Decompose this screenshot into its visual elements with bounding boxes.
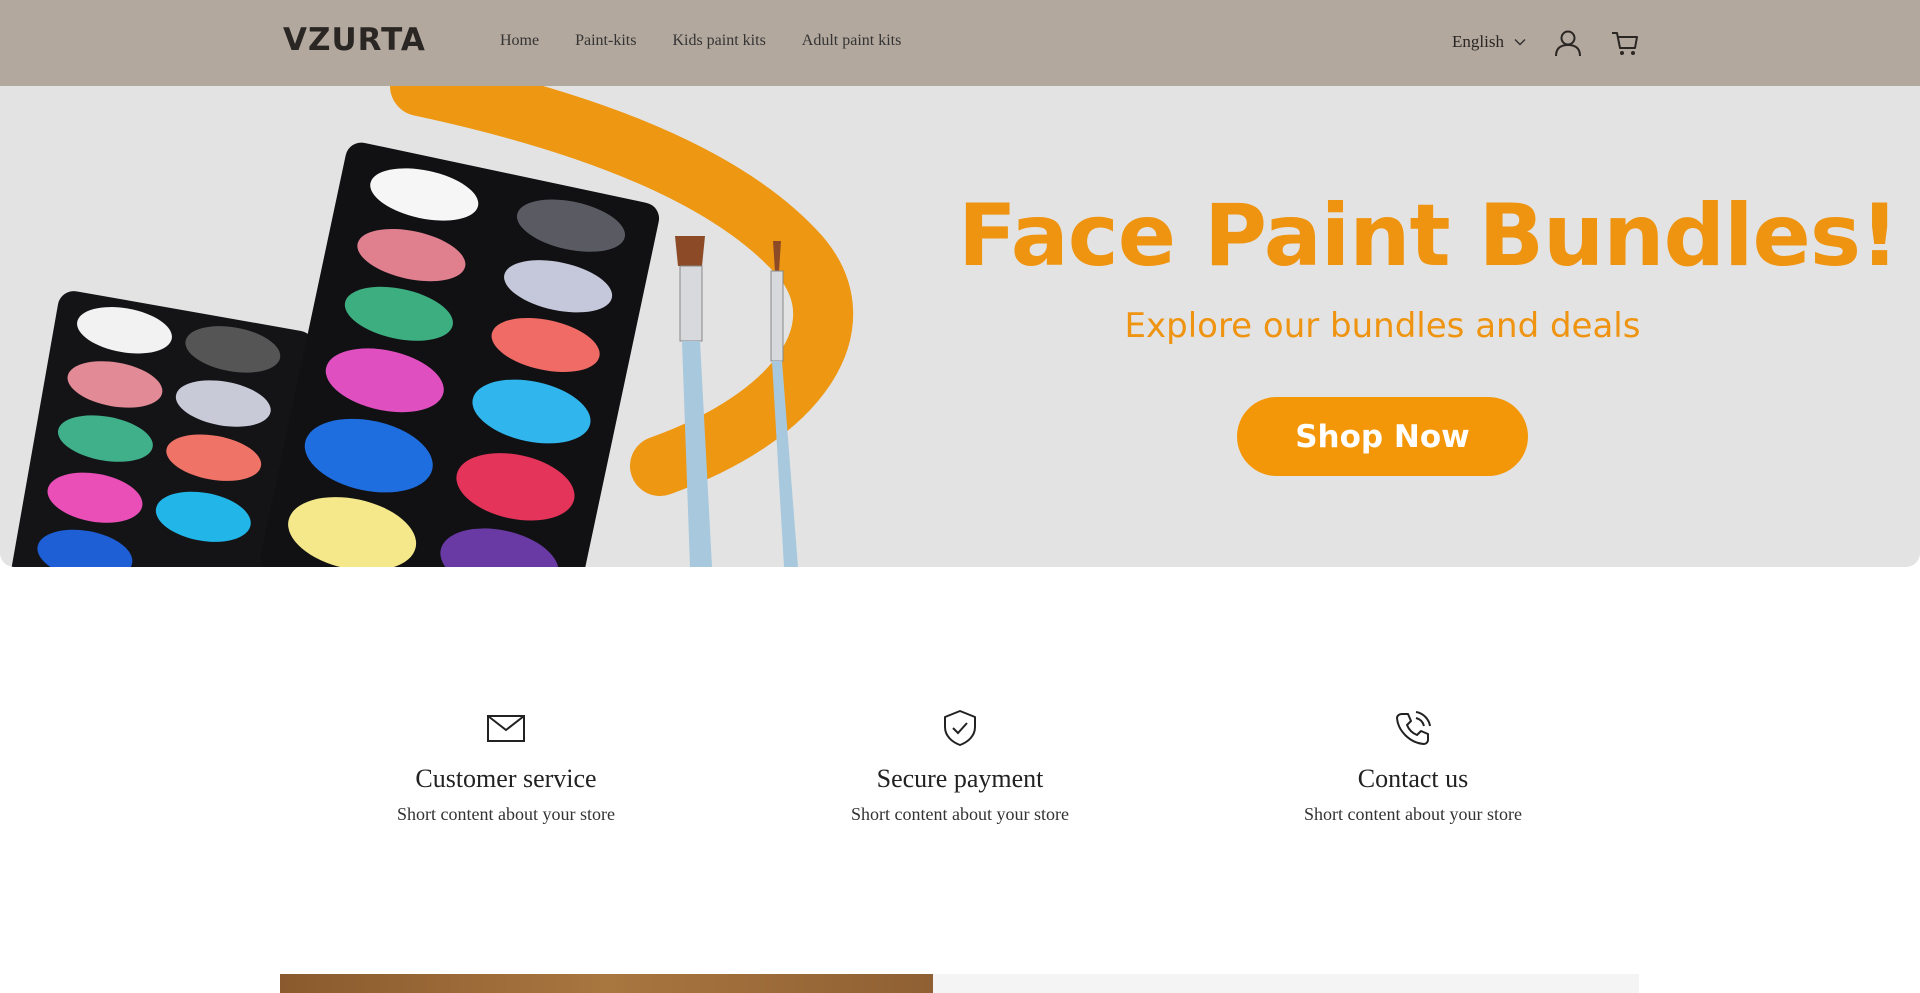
nav-home[interactable]: Home xyxy=(500,32,539,50)
phone-icon xyxy=(1396,711,1431,745)
site-header: VZURTA Home Paint-kits Kids paint kits A… xyxy=(0,0,1920,86)
chevron-down-icon xyxy=(1514,38,1526,46)
nav-paint-kits[interactable]: Paint-kits xyxy=(575,32,636,50)
feature-text: Short content about your store xyxy=(1304,804,1522,824)
account-icon[interactable] xyxy=(1553,28,1583,58)
main-nav: Home Paint-kits Kids paint kits Adult pa… xyxy=(500,32,937,50)
site-logo[interactable]: VZURTA xyxy=(283,22,426,58)
shield-check-icon xyxy=(944,710,976,746)
cart-icon[interactable] xyxy=(1610,28,1640,58)
nav-adult-paint-kits[interactable]: Adult paint kits xyxy=(802,32,902,50)
feature-customer-service: Customer service Short content about you… xyxy=(306,708,706,825)
hero-title: Face Paint Bundles! xyxy=(958,186,1899,286)
nav-kids-paint-kits[interactable]: Kids paint kits xyxy=(672,32,765,50)
feature-secure-payment: Secure payment Short content about your … xyxy=(760,708,1160,825)
feature-title: Customer service xyxy=(415,764,597,793)
hero-subtitle: Explore our bundles and deals xyxy=(1124,306,1641,346)
language-selector[interactable]: English xyxy=(1452,32,1526,52)
feature-text: Short content about your store xyxy=(851,804,1069,824)
paint-kit-image xyxy=(11,86,854,567)
featured-text-panel xyxy=(933,974,1639,993)
mail-icon xyxy=(487,715,525,742)
feature-contact-us: Contact us Short content about your stor… xyxy=(1213,708,1613,825)
feature-title: Contact us xyxy=(1357,764,1469,793)
shop-now-button[interactable]: Shop Now xyxy=(1237,397,1528,476)
feature-text: Short content about your store xyxy=(397,804,615,824)
feature-title: Secure payment xyxy=(876,764,1044,793)
featured-image xyxy=(280,974,933,993)
hero-banner: Face Paint Bundles! Explore our bundles … xyxy=(0,86,1920,567)
language-label: English xyxy=(1452,32,1504,51)
